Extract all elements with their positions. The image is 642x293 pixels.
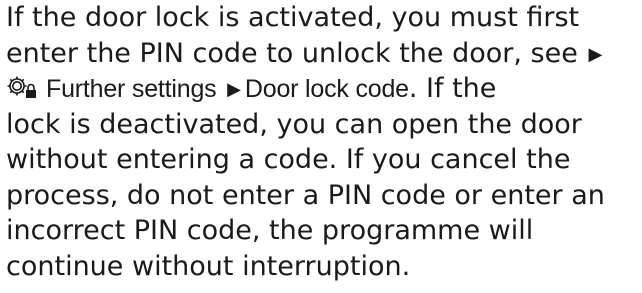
text-line: enter the PIN code to unlock the door, s… (6, 36, 642, 72)
menu-path-door-lock-code: Door lock code (244, 75, 409, 103)
line-text: continue without interruption. (6, 250, 411, 282)
triangle-right-icon: ▶ (588, 43, 603, 65)
text-line: lock is deactivated, you can open the do… (6, 107, 642, 143)
text-line: Further settings ▶ Door lock code. If the (6, 71, 642, 107)
triangle-right-icon: ▶ (227, 79, 241, 100)
line-text: If the door lock is activated, you must … (6, 2, 580, 33)
text-line: without entering a code. If you cancel t… (6, 142, 642, 178)
line-text: . If the (408, 73, 497, 104)
instruction-paragraph: If the door lock is activated, you must … (6, 0, 642, 284)
text-line: If the door lock is activated, you must … (6, 0, 642, 36)
text-line: incorrect PIN code, the programme will (6, 213, 642, 249)
line-text: without entering a code. If you cancel t… (6, 144, 571, 175)
line-text: process, do not enter a PIN code or ente… (6, 179, 605, 211)
line-text: incorrect PIN code, the programme will (6, 215, 534, 246)
line-text: lock is deactivated, you can open the do… (6, 108, 582, 140)
gear-with-lock-icon (7, 76, 36, 98)
line-text: enter the PIN code to unlock the door, s… (6, 37, 578, 69)
menu-path-further-settings: Further settings (46, 75, 217, 103)
text-line: process, do not enter a PIN code or ente… (6, 178, 642, 214)
text-line: continue without interruption. (6, 249, 642, 285)
